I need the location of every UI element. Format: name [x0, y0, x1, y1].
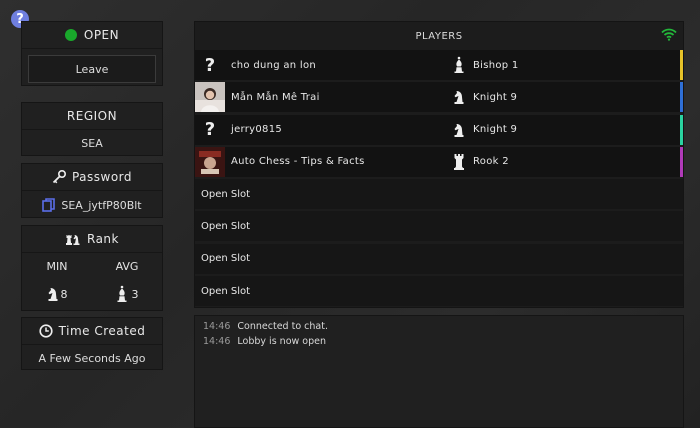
status-label: OPEN: [83, 28, 120, 42]
region-panel: REGION SEA: [21, 102, 163, 156]
rank-avg-label: AVG: [115, 259, 139, 273]
rank-min-value: 8: [60, 287, 68, 301]
player-color-bar: [680, 146, 683, 177]
player-rank: Knight 9: [453, 88, 517, 106]
player-avatar-placeholder: ?: [204, 54, 216, 76]
password-label: Password: [71, 170, 133, 184]
connection-wifi-icon: [661, 28, 677, 44]
rank-avg-value: 3: [131, 287, 139, 301]
status-panel: OPEN Leave: [21, 21, 163, 86]
time-created-panel: Time Created A Few Seconds Ago: [21, 317, 163, 370]
player-rank-label: Knight 9: [473, 124, 518, 136]
players-header: PLAYERS: [195, 22, 683, 50]
player-name: cho dung an lon: [231, 59, 317, 71]
rank-pieces-icon: [65, 232, 81, 246]
player-row-2[interactable]: Mẫn Mẫn Mê Trai Knight 9: [195, 82, 683, 113]
player-name: Auto Chess - Tips & Facts: [231, 156, 365, 168]
rank-label: Rank: [87, 232, 119, 246]
status-header: OPEN: [22, 22, 162, 49]
player-color-bar: [680, 114, 683, 145]
chat-message-text: Lobby is now open: [237, 336, 327, 347]
open-slot-2[interactable]: Open Slot: [195, 211, 683, 242]
chat-message-time: 14:46: [203, 336, 231, 347]
player-row-4[interactable]: Auto Chess - Tips & Facts Rook 2: [195, 146, 683, 177]
bishop-icon: [116, 285, 128, 303]
bishop-icon: [454, 56, 464, 73]
player-name: jerry0815: [231, 124, 283, 136]
chat-message-time: 14:46: [203, 321, 231, 332]
region-label: REGION: [22, 103, 162, 130]
player-color-bar: [680, 50, 683, 80]
player-row-3[interactable]: ? jerry0815 Knight 9: [195, 114, 683, 145]
rank-header: Rank: [22, 226, 162, 253]
players-panel: PLAYERS ? cho dung an lon Bishop 1 Mẫn M…: [194, 21, 684, 308]
chat-message: 14:46 Connected to chat.: [203, 321, 675, 332]
time-created-label: Time Created: [58, 324, 146, 338]
region-value: SEA: [81, 137, 103, 150]
rank-panel: Rank MIN AVG 8 3: [21, 225, 163, 311]
chat-message: 14:46 Lobby is now open: [203, 336, 675, 347]
player-avatar: [195, 146, 225, 177]
leave-button[interactable]: Leave: [28, 55, 156, 83]
password-value: SEA_jytfP80Blt: [61, 198, 142, 212]
open-slot-4[interactable]: Open Slot: [195, 276, 683, 307]
time-created-header: Time Created: [22, 318, 162, 345]
rank-min: 8: [22, 279, 92, 309]
knight-icon: [47, 286, 59, 302]
time-created-value: A Few Seconds Ago: [38, 351, 146, 365]
player-rank-label: Rook 2: [473, 156, 509, 168]
clock-icon: [39, 324, 53, 338]
password-row[interactable]: SEA_jytfP80Blt: [22, 191, 162, 219]
player-avatar-placeholder: ?: [204, 119, 216, 141]
password-header: Password: [22, 164, 162, 191]
rank-avg: 3: [92, 279, 162, 309]
player-rank: Knight 9: [453, 121, 517, 139]
rook-icon: [454, 153, 464, 170]
open-slot-3[interactable]: Open Slot: [195, 243, 683, 274]
chat-message-text: Connected to chat.: [237, 321, 328, 332]
player-name: Mẫn Mẫn Mê Trai: [231, 91, 320, 103]
knight-icon: [454, 91, 464, 105]
key-icon: [52, 170, 66, 184]
knight-icon: [454, 123, 464, 137]
players-title: PLAYERS: [415, 30, 463, 42]
open-slot-1[interactable]: Open Slot: [195, 179, 683, 210]
player-color-bar: [680, 82, 683, 113]
player-avatar: [195, 82, 225, 113]
password-panel: Password SEA_jytfP80Blt: [21, 163, 163, 218]
chat-log: 14:46 Connected to chat. 14:46 Lobby is …: [194, 315, 684, 428]
player-row-1[interactable]: ? cho dung an lon Bishop 1: [195, 50, 683, 80]
player-rank: Bishop 1: [453, 55, 519, 75]
rank-min-label: MIN: [46, 259, 68, 273]
player-rank-label: Knight 9: [473, 91, 518, 103]
player-rank: Rook 2: [453, 153, 509, 171]
status-open-icon: [64, 29, 77, 41]
copy-icon[interactable]: [42, 198, 56, 212]
player-rank-label: Bishop 1: [473, 59, 519, 71]
